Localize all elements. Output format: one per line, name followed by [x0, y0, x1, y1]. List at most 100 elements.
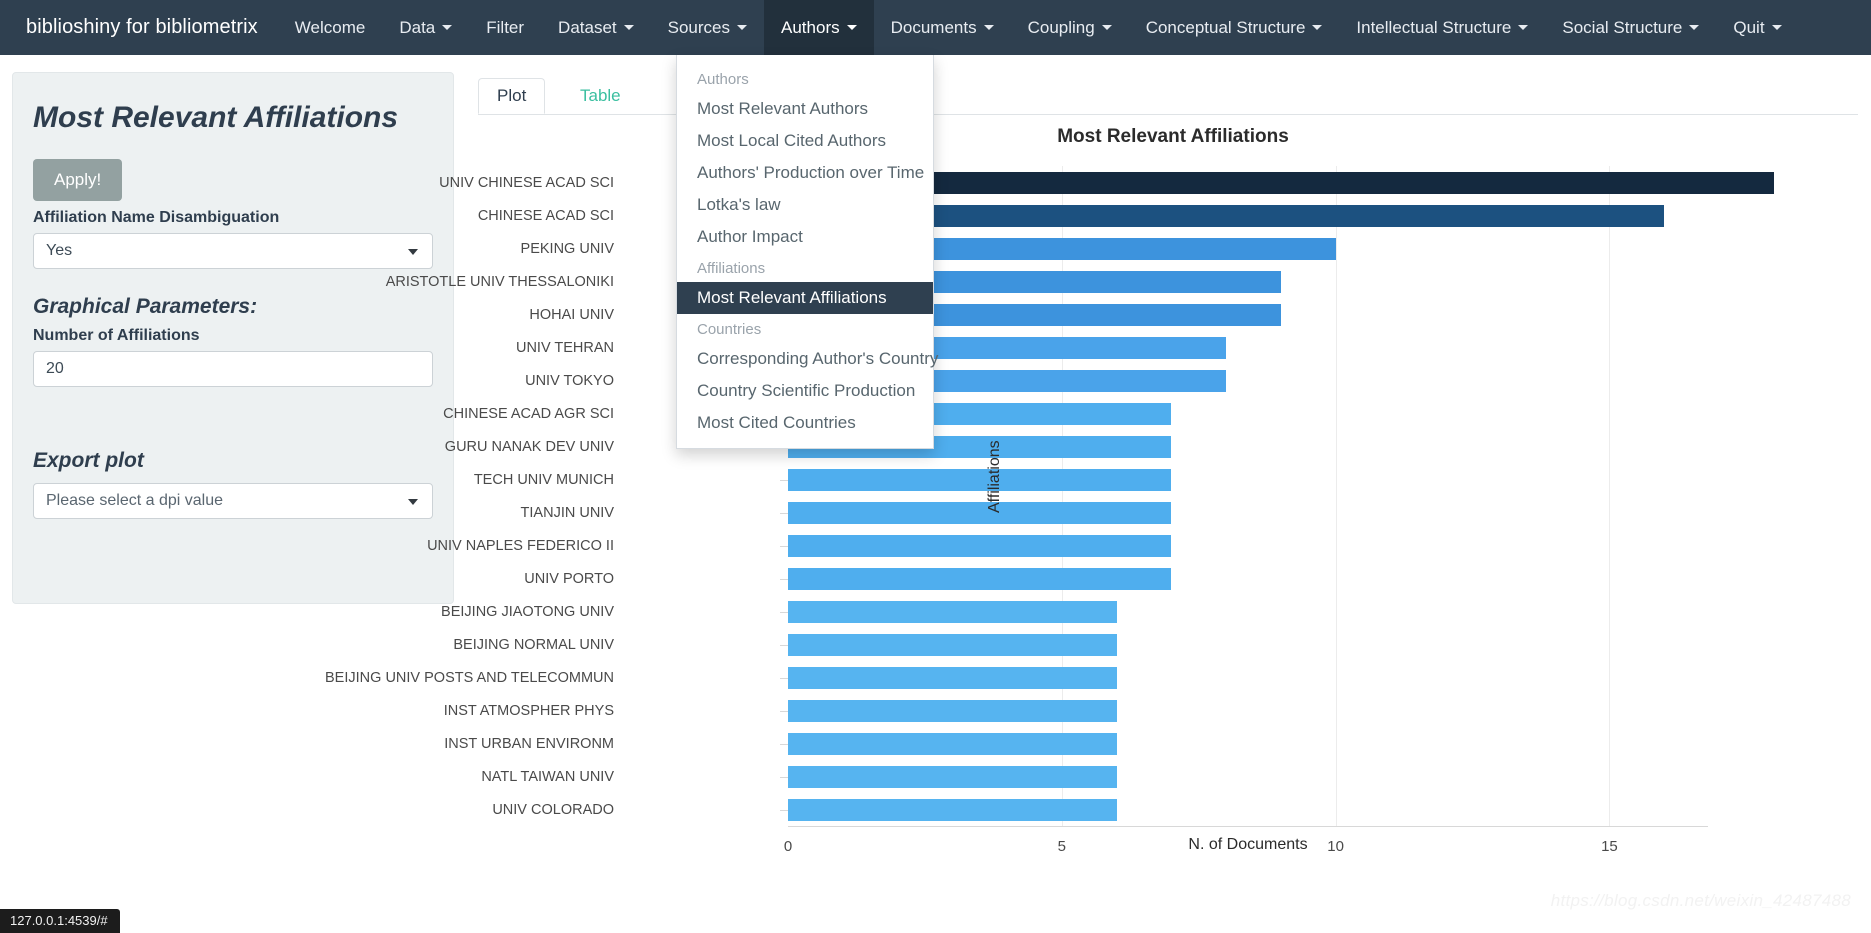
nav-item-intellectual-structure[interactable]: Intellectual Structure [1339, 0, 1545, 55]
bar [788, 765, 1117, 788]
y-tick-label: CHINESE ACAD SCI [477, 207, 614, 224]
caret-down-icon [737, 25, 748, 30]
y-tick [780, 644, 788, 646]
top-navbar: biblioshiny for bibliometrix Welcome Data… [0, 0, 1871, 55]
tab-table[interactable]: Table [562, 78, 639, 114]
nav-item-social-structure[interactable]: Social Structure [1545, 0, 1716, 55]
nav-item-conceptual-structure[interactable]: Conceptual Structure [1129, 0, 1340, 55]
caret-down-icon [1312, 25, 1323, 30]
y-tick-label: BEIJING UNIV POSTS AND TELECOMMUN [325, 669, 614, 686]
disambiguation-value: Yes [46, 242, 73, 259]
nav-item-data[interactable]: Data [382, 0, 469, 55]
gridline [1609, 166, 1611, 826]
y-tick-label: INST URBAN ENVIRONM [444, 735, 614, 752]
y-tick-label: TIANJIN UNIV [520, 504, 614, 521]
nav-item-label: Dataset [558, 17, 617, 37]
y-tick-label: UNIV PORTO [524, 570, 614, 587]
nav-item-label: Coupling [1027, 17, 1095, 37]
nav-item-label: Social Structure [1562, 17, 1683, 37]
nav-item-dataset[interactable]: Dataset [541, 0, 651, 55]
nav-item-documents[interactable]: Documents [874, 0, 1011, 55]
chevron-down-icon [408, 499, 418, 505]
bar [788, 501, 1172, 524]
nav-item-welcome[interactable]: Welcome [278, 0, 383, 55]
y-tick-label: NATL TAIWAN UNIV [481, 768, 614, 785]
y-tick-label: UNIV COLORADO [492, 801, 614, 818]
caret-down-icon [1518, 25, 1529, 30]
bar [788, 633, 1117, 656]
dropdown-item-most-local-cited-authors[interactable]: Most Local Cited Authors [677, 125, 933, 157]
y-tick-label: UNIV NAPLES FEDERICO II [427, 537, 614, 554]
caret-down-icon [623, 25, 634, 30]
y-tick-label: INST ATMOSPHER PHYS [443, 702, 614, 719]
bar [788, 171, 1774, 194]
sidebar-panel: Most Relevant Affiliations Apply! Affili… [12, 72, 454, 604]
y-tick [780, 809, 788, 811]
authors-dropdown-menu[interactable]: Authors Most Relevant Authors Most Local C… [676, 55, 938, 449]
page-title: Most Relevant Affiliations [33, 101, 399, 134]
y-tick [780, 578, 788, 580]
dropdown-item-lotka-s-law[interactable]: Lotka's law [677, 189, 933, 221]
caret-down-icon [1689, 25, 1700, 30]
bar [788, 600, 1117, 623]
nav-item-label: Documents [890, 17, 977, 37]
x-axis-line [788, 826, 1708, 827]
nav-item-label: Authors [781, 17, 840, 37]
y-tick [780, 512, 788, 514]
nav-item-label: Data [399, 17, 436, 37]
nav-item-coupling[interactable]: Coupling [1011, 0, 1129, 55]
tab-plot[interactable]: Plot [478, 78, 546, 114]
bar [788, 468, 1172, 491]
caret-down-icon [1771, 25, 1782, 30]
y-tick-label: GURU NANAK DEV UNIV [444, 438, 614, 455]
x-axis-title: N. of Documents [1188, 836, 1308, 853]
dropdown-item-most-relevant-affiliations[interactable]: Most Relevant Affiliations [677, 282, 933, 314]
status-bar-url: 127.0.0.1:4539/# [0, 909, 120, 933]
y-tick-label: TECH UNIV MUNICH [473, 471, 614, 488]
y-tick-label: UNIV TEHRAN [515, 339, 614, 356]
dropdown-group-header-authors: Authors [697, 71, 749, 88]
nav-item-label: Quit [1733, 17, 1765, 37]
watermark: https://blog.csdn.net/weixin_42487488 [1550, 891, 1851, 910]
bar [788, 666, 1117, 689]
y-tick-label: ARISTOTLE UNIV THESSALONIKI [385, 273, 614, 290]
y-tick [780, 743, 788, 745]
y-tick [780, 611, 788, 613]
number-of-affiliations-label: Number of Affiliations [33, 327, 200, 344]
dpi-select[interactable]: Please select a dpi value [33, 483, 433, 519]
y-tick [780, 545, 788, 547]
y-tick-label: UNIV TOKYO [525, 372, 614, 389]
number-of-affiliations-value: 20 [46, 360, 64, 377]
disambiguation-label: Affiliation Name Disambiguation [33, 209, 280, 226]
y-tick [780, 776, 788, 778]
bar [788, 798, 1117, 821]
dropdown-item-most-relevant-authors[interactable]: Most Relevant Authors [677, 93, 933, 125]
dropdown-group-header-countries: Countries [697, 321, 762, 338]
export-plot-heading: Export plot [33, 449, 144, 472]
dropdown-item-country-scientific-production[interactable]: Country Scientific Production [677, 375, 933, 407]
dropdown-item-author-impact[interactable]: Author Impact [677, 221, 933, 253]
bar [788, 732, 1117, 755]
nav-item-filter[interactable]: Filter [469, 0, 541, 55]
nav-item-sources[interactable]: Sources [651, 0, 764, 55]
dpi-placeholder: Please select a dpi value [46, 492, 223, 509]
dropdown-item-corresponding-author-s-country[interactable]: Corresponding Author's Country [677, 343, 938, 375]
y-tick [780, 479, 788, 481]
dropdown-item-most-cited-countries[interactable]: Most Cited Countries [677, 407, 933, 439]
number-of-affiliations-input[interactable]: 20 [33, 351, 433, 387]
nav-item-authors[interactable]: Authors [764, 0, 874, 55]
graphical-parameters-heading: Graphical Parameters: [33, 295, 258, 318]
app-brand[interactable]: biblioshiny for bibliometrix [0, 0, 278, 55]
y-tick-label: UNIV CHINESE ACAD SCI [439, 174, 614, 191]
disambiguation-select[interactable]: Yes [33, 233, 433, 269]
nav-item-quit[interactable]: Quit [1716, 0, 1798, 55]
nav-item-label: Sources [667, 17, 731, 37]
y-tick-label: CHINESE ACAD AGR SCI [443, 405, 614, 422]
caret-down-icon [442, 25, 453, 30]
apply-button[interactable]: Apply! [33, 159, 123, 201]
y-tick-label: BEIJING NORMAL UNIV [453, 636, 614, 653]
dropdown-item-authors-production-over-time[interactable]: Authors' Production over Time [677, 157, 933, 189]
y-tick [780, 710, 788, 712]
gridline [1061, 166, 1063, 826]
